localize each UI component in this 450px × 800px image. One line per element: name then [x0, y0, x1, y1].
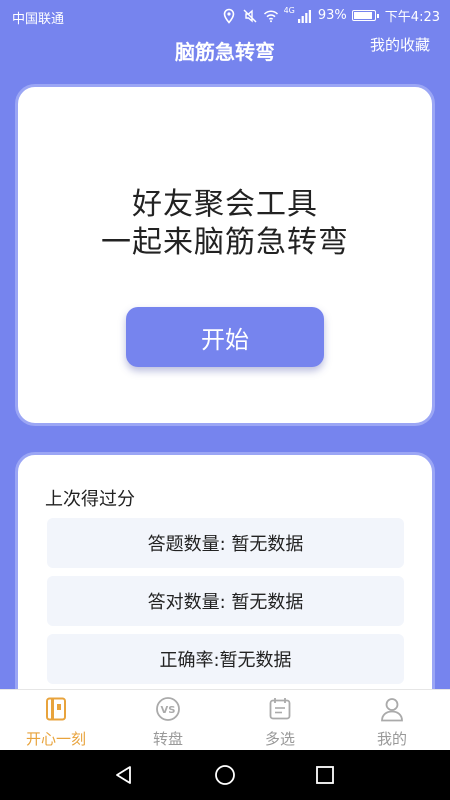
last-score-title: 上次得过分: [45, 489, 135, 510]
start-button[interactable]: 开始: [126, 307, 324, 367]
recents-icon[interactable]: [313, 763, 337, 787]
my-favorites-link[interactable]: 我的收藏: [370, 34, 430, 55]
tab-label: 开心一刻: [25, 730, 86, 748]
correct-count-text: 答对数量: 暂无数据: [147, 592, 304, 613]
svg-text:VS: VS: [161, 705, 176, 716]
clock: 下午4:23: [384, 10, 440, 25]
back-icon[interactable]: [112, 763, 136, 787]
correct-count-row: 答对数量: 暂无数据: [47, 576, 404, 626]
start-button-label: 开始: [201, 325, 249, 354]
signal-icon: [297, 9, 311, 23]
user-icon: [381, 698, 403, 722]
mute-icon: [243, 8, 257, 23]
carrier-name: 中国联通: [12, 12, 65, 27]
tab-happy-moment[interactable]: 开心一刻: [0, 690, 112, 751]
calendar-icon: [269, 698, 291, 720]
home-icon[interactable]: [213, 763, 237, 787]
tab-label: 多选: [264, 730, 295, 748]
vs-icon: VS: [156, 697, 180, 721]
accuracy-row: 正确率:暂无数据: [47, 634, 404, 684]
tab-label: 转盘: [152, 730, 183, 748]
hero-card: 好友聚会工具 一起来脑筋急转弯 开始: [15, 84, 435, 426]
network-type: 4G: [283, 6, 295, 15]
wifi-icon: [263, 9, 278, 22]
book-icon: [46, 697, 66, 721]
tab-multi-choice[interactable]: 多选: [224, 690, 336, 751]
status-bar: 中国联通 4G 93% 下午4:23: [0, 0, 450, 32]
answered-count-row: 答题数量: 暂无数据: [47, 518, 404, 568]
accuracy-text: 正确率:暂无数据: [159, 650, 292, 671]
status-icons: 4G 93% 下午4:23: [221, 6, 440, 25]
bottom-tab-bar: 开心一刻 VS 转盘 多选 我的: [0, 689, 450, 751]
battery-icon: [351, 10, 379, 21]
location-icon: [223, 8, 234, 24]
tab-mine[interactable]: 我的: [336, 690, 448, 751]
hero-line-2: 一起来脑筋急转弯: [101, 225, 349, 260]
system-nav-bar: [0, 750, 450, 800]
app-header: 脑筋急转弯 我的收藏: [0, 32, 450, 68]
battery-percent: 93%: [317, 8, 347, 23]
answered-count-text: 答题数量: 暂无数据: [147, 534, 304, 555]
tab-label: 我的: [376, 730, 407, 748]
tab-wheel[interactable]: VS 转盘: [112, 690, 224, 751]
